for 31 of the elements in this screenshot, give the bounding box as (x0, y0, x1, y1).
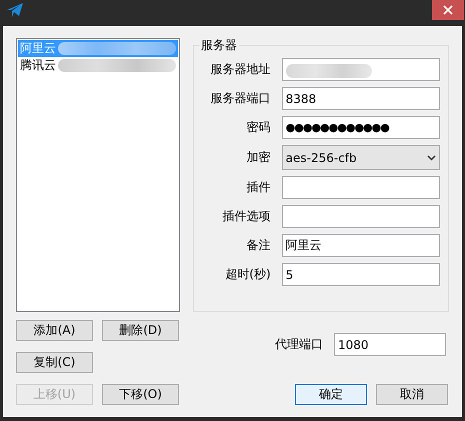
close-button[interactable] (432, 0, 464, 20)
server-list-item[interactable]: 腾讯云 (18, 57, 178, 74)
field-label: 代理端口 (275, 336, 323, 353)
list-action-button[interactable]: 添加(A) (16, 320, 93, 341)
list-action-button[interactable]: 复制(C) (16, 352, 93, 373)
chevron-down-icon (427, 154, 436, 160)
input-field[interactable]: 阿里云 (282, 234, 440, 257)
list-action-button[interactable]: 下移(O) (102, 384, 179, 405)
paper-plane-icon (7, 3, 23, 17)
server-listbox[interactable]: 阿里云 腾讯云 (18, 40, 178, 74)
field-label: 加密 (246, 149, 271, 166)
list-action-button[interactable]: 删除(D) (102, 320, 179, 341)
password-field[interactable]: ●●●●●●●●●●●● (282, 116, 440, 139)
field-label: 插件 (246, 179, 271, 196)
field-label: 插件选项 (222, 208, 271, 225)
field-label: 密码 (246, 119, 271, 136)
input-field[interactable] (282, 58, 440, 81)
input-field[interactable]: 1080 (334, 333, 446, 356)
dialog-button[interactable]: 确定 (295, 384, 367, 405)
dialog-button[interactable]: 取消 (376, 384, 448, 405)
field-label: 服务器端口 (210, 90, 271, 107)
field-label: 服务器地址 (210, 61, 271, 78)
group-title: 服务器 (199, 37, 239, 54)
close-icon (443, 5, 453, 15)
input-field[interactable]: 8388 (282, 87, 440, 110)
input-field[interactable] (282, 205, 440, 228)
field-label: 超时(秒) (224, 266, 271, 283)
input-field[interactable] (282, 176, 440, 199)
input-field[interactable]: 5 (282, 263, 440, 286)
encryption-dropdown[interactable]: aes-256-cfb (282, 145, 440, 170)
field-label: 备注 (246, 237, 271, 254)
